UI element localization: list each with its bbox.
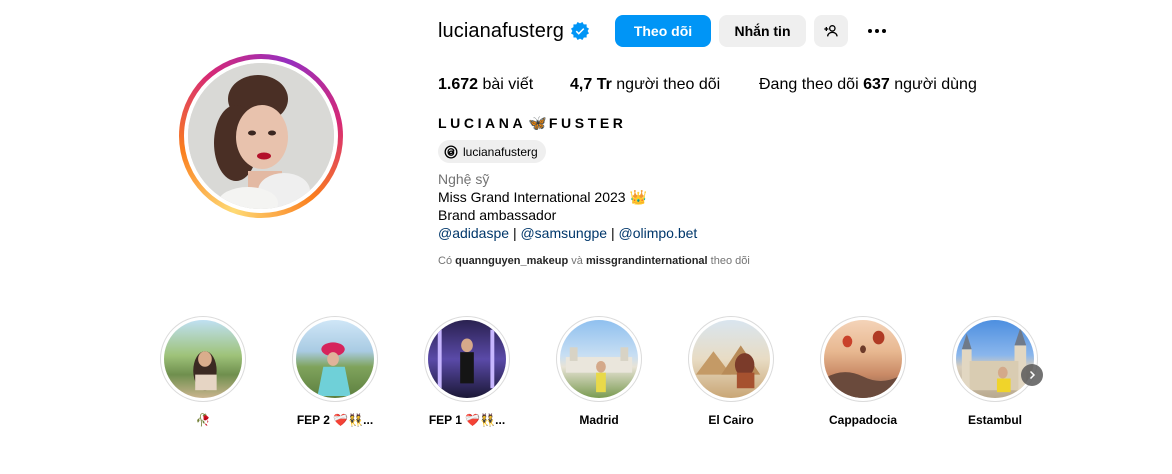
story-highlight[interactable]: FEP 1 ❤️‍🩹👯... [424,316,510,427]
username: lucianafusterg [438,19,564,42]
mention-separator: | [512,225,517,241]
highlight-cover [560,320,638,398]
following-prefix: Đang theo dõi [759,76,859,93]
threads-icon [444,145,458,159]
threads-link[interactable]: lucianafusterg [438,140,546,163]
full-name-first: LUCIANA [438,115,527,131]
profile-avatar[interactable] [179,54,343,218]
following-stat[interactable]: Đang theo dõi 637 người dùng [759,76,977,94]
highlight-label: FEP 1 ❤️‍🩹👯... [428,413,506,427]
avatar-border [184,59,338,213]
highlight-ring [292,316,378,402]
butterfly-emoji: 🦋 [528,115,547,132]
bio-mentions: @adidaspe | @samsungpe | @olimpo.bet [438,225,697,241]
story-highlight[interactable]: El Cairo [688,316,774,427]
highlight-ring [952,316,1038,402]
profile-category: Nghệ sỹ [438,171,490,187]
followed-by-and: và [571,255,583,267]
highlight-cover [296,320,374,398]
highlight-ring [160,316,246,402]
highlight-label: 🥀 [195,413,211,427]
story-highlight[interactable]: Cappadocia [820,316,906,427]
followers-stat[interactable]: 4,7 Tr người theo dõi [570,76,720,94]
story-highlight[interactable]: Madrid [556,316,642,427]
full-name: LUCIANA 🦋 FUSTER [438,114,627,132]
mention-link[interactable]: @samsungpe [520,225,607,241]
highlight-ring [820,316,906,402]
followed-by[interactable]: Có quannguyen_makeup và missgrandinterna… [438,255,750,267]
bio-line-2: Brand ambassador [438,207,557,223]
posts-count: 1.672 [438,76,479,93]
mention-separator: | [610,225,615,241]
highlight-label: Estambul [967,413,1022,427]
highlight-ring [424,316,510,402]
followed-by-user: missgrandinternational [585,255,708,267]
suggest-users-button[interactable] [814,15,848,47]
highlight-ring [556,316,642,402]
highlight-cover [824,320,902,398]
follow-button[interactable]: Theo dõi [615,15,711,47]
avatar-photo [188,63,334,209]
highlight-cover [956,320,1034,398]
add-user-icon [823,23,839,39]
full-name-last: FUSTER [548,115,627,131]
highlight-cover [164,320,242,398]
message-button[interactable]: Nhắn tin [719,15,806,47]
more-options-button[interactable] [862,15,892,47]
following-suffix: người dùng [894,76,977,93]
story-highlight[interactable]: FEP 2 ❤️‍🩹👯... [292,316,378,427]
highlight-label: Cappadocia [828,413,897,427]
more-horizontal-icon [865,19,889,43]
threads-handle: lucianafusterg [463,144,538,159]
highlight-label: Madrid [579,413,619,427]
highlight-cover [428,320,506,398]
followed-by-user: quannguyen_makeup [455,255,569,267]
posts-label: bài viết [482,76,534,93]
mention-link[interactable]: @adidaspe [438,225,509,241]
verified-badge-icon [570,22,589,40]
highlights-next-button[interactable] [1021,364,1043,386]
chevron-right-icon [1026,369,1038,381]
story-highlight[interactable]: 🥀 [160,316,246,427]
highlight-label: FEP 2 ❤️‍🩹👯... [296,413,374,427]
highlight-label: El Cairo [708,413,754,427]
followed-by-suffix: theo dõi [710,255,750,267]
followers-count: 4,7 Tr [570,76,612,93]
posts-stat: 1.672 bài viết [438,76,533,94]
profile-header: lucianafusterg [438,14,589,48]
followers-label: người theo dõi [616,76,721,93]
following-count: 637 [863,76,890,93]
bio-line-1: Miss Grand International 2023 👑 [438,189,647,205]
followed-by-prefix: Có [438,255,453,267]
avatar-illustration [188,63,334,209]
highlight-ring [688,316,774,402]
mention-link[interactable]: @olimpo.bet [618,225,697,241]
highlight-cover [692,320,770,398]
